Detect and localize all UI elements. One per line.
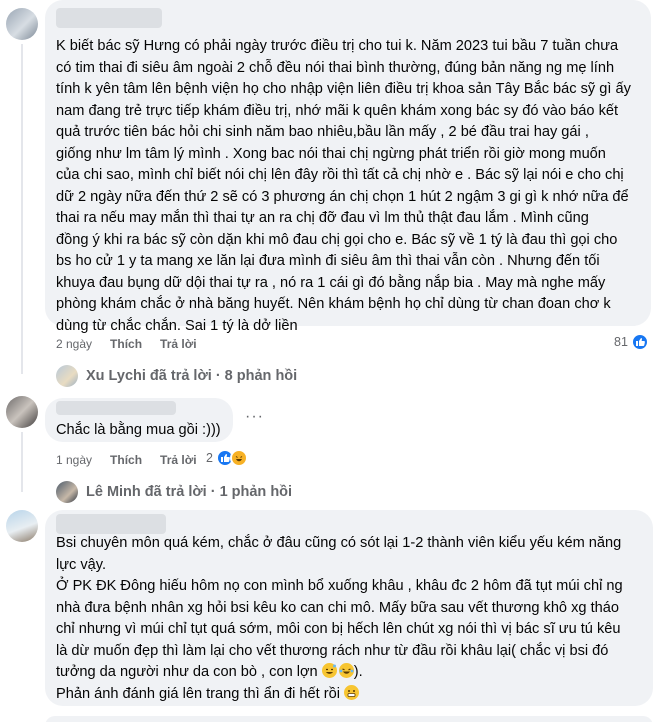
reply-button[interactable]: Trả lời bbox=[160, 337, 197, 351]
replies-label: Xu Lychi đã trả lời · 8 phản hồi bbox=[86, 368, 298, 384]
reaction-count: 2 bbox=[206, 451, 213, 465]
reaction-count: 81 bbox=[614, 335, 628, 349]
comment-body-last: Phản ánh đánh giá lên trang thì ẩn đi hế… bbox=[56, 685, 340, 702]
comment-text: K biết bác sỹ Hưng có phải ngày trước đi… bbox=[56, 38, 631, 334]
replier-avatar bbox=[56, 481, 78, 503]
avatar[interactable] bbox=[6, 396, 38, 428]
comment-body-end: ). bbox=[353, 664, 363, 680]
grimace-emoji bbox=[344, 684, 360, 700]
more-options-icon[interactable]: ··· bbox=[245, 408, 264, 426]
comment-time[interactable]: 1 ngày bbox=[56, 453, 92, 467]
like-icon bbox=[630, 333, 649, 351]
thread-line bbox=[21, 432, 23, 492]
avatar[interactable] bbox=[6, 510, 38, 542]
view-replies-link[interactable]: Xu Lychi đã trả lời · 8 phản hồi bbox=[56, 365, 297, 387]
comment-bubble bbox=[45, 716, 653, 722]
comment-actions: 2 ngày Thích Trả lời bbox=[56, 337, 215, 351]
comment-body: Bsi chuyên môn quá kém, chắc ở đâu cũng … bbox=[56, 535, 623, 680]
replies-label: Lê Minh đã trả lời · 1 phản hồi bbox=[86, 484, 293, 500]
comment-actions: 1 ngày Thích Trả lời bbox=[56, 453, 215, 467]
like-button[interactable]: Thích bbox=[110, 337, 142, 351]
avatar[interactable] bbox=[6, 8, 38, 40]
author-name-redacted[interactable] bbox=[56, 401, 176, 415]
comment-time[interactable]: 2 ngày bbox=[56, 337, 92, 351]
reply-button[interactable]: Trả lời bbox=[160, 453, 197, 467]
grin-sweat-emoji bbox=[321, 663, 337, 678]
laugh-cry-emoji bbox=[338, 663, 354, 678]
thread-line bbox=[21, 44, 23, 374]
reaction-summary[interactable]: 81 bbox=[614, 333, 649, 351]
comment-text: Chắc là bằng mua gồi :))) bbox=[56, 422, 221, 438]
comment-text: Bsi chuyên môn quá kém, chắc ở đâu cũng … bbox=[56, 533, 623, 705]
like-button[interactable]: Thích bbox=[110, 453, 142, 467]
author-name-redacted[interactable] bbox=[56, 8, 162, 28]
author-name-redacted[interactable] bbox=[56, 514, 166, 534]
view-replies-link[interactable]: Lê Minh đã trả lời · 1 phản hồi bbox=[56, 481, 292, 503]
haha-icon bbox=[229, 449, 248, 467]
reaction-summary[interactable]: 2 bbox=[206, 449, 248, 467]
replier-avatar bbox=[56, 365, 78, 387]
